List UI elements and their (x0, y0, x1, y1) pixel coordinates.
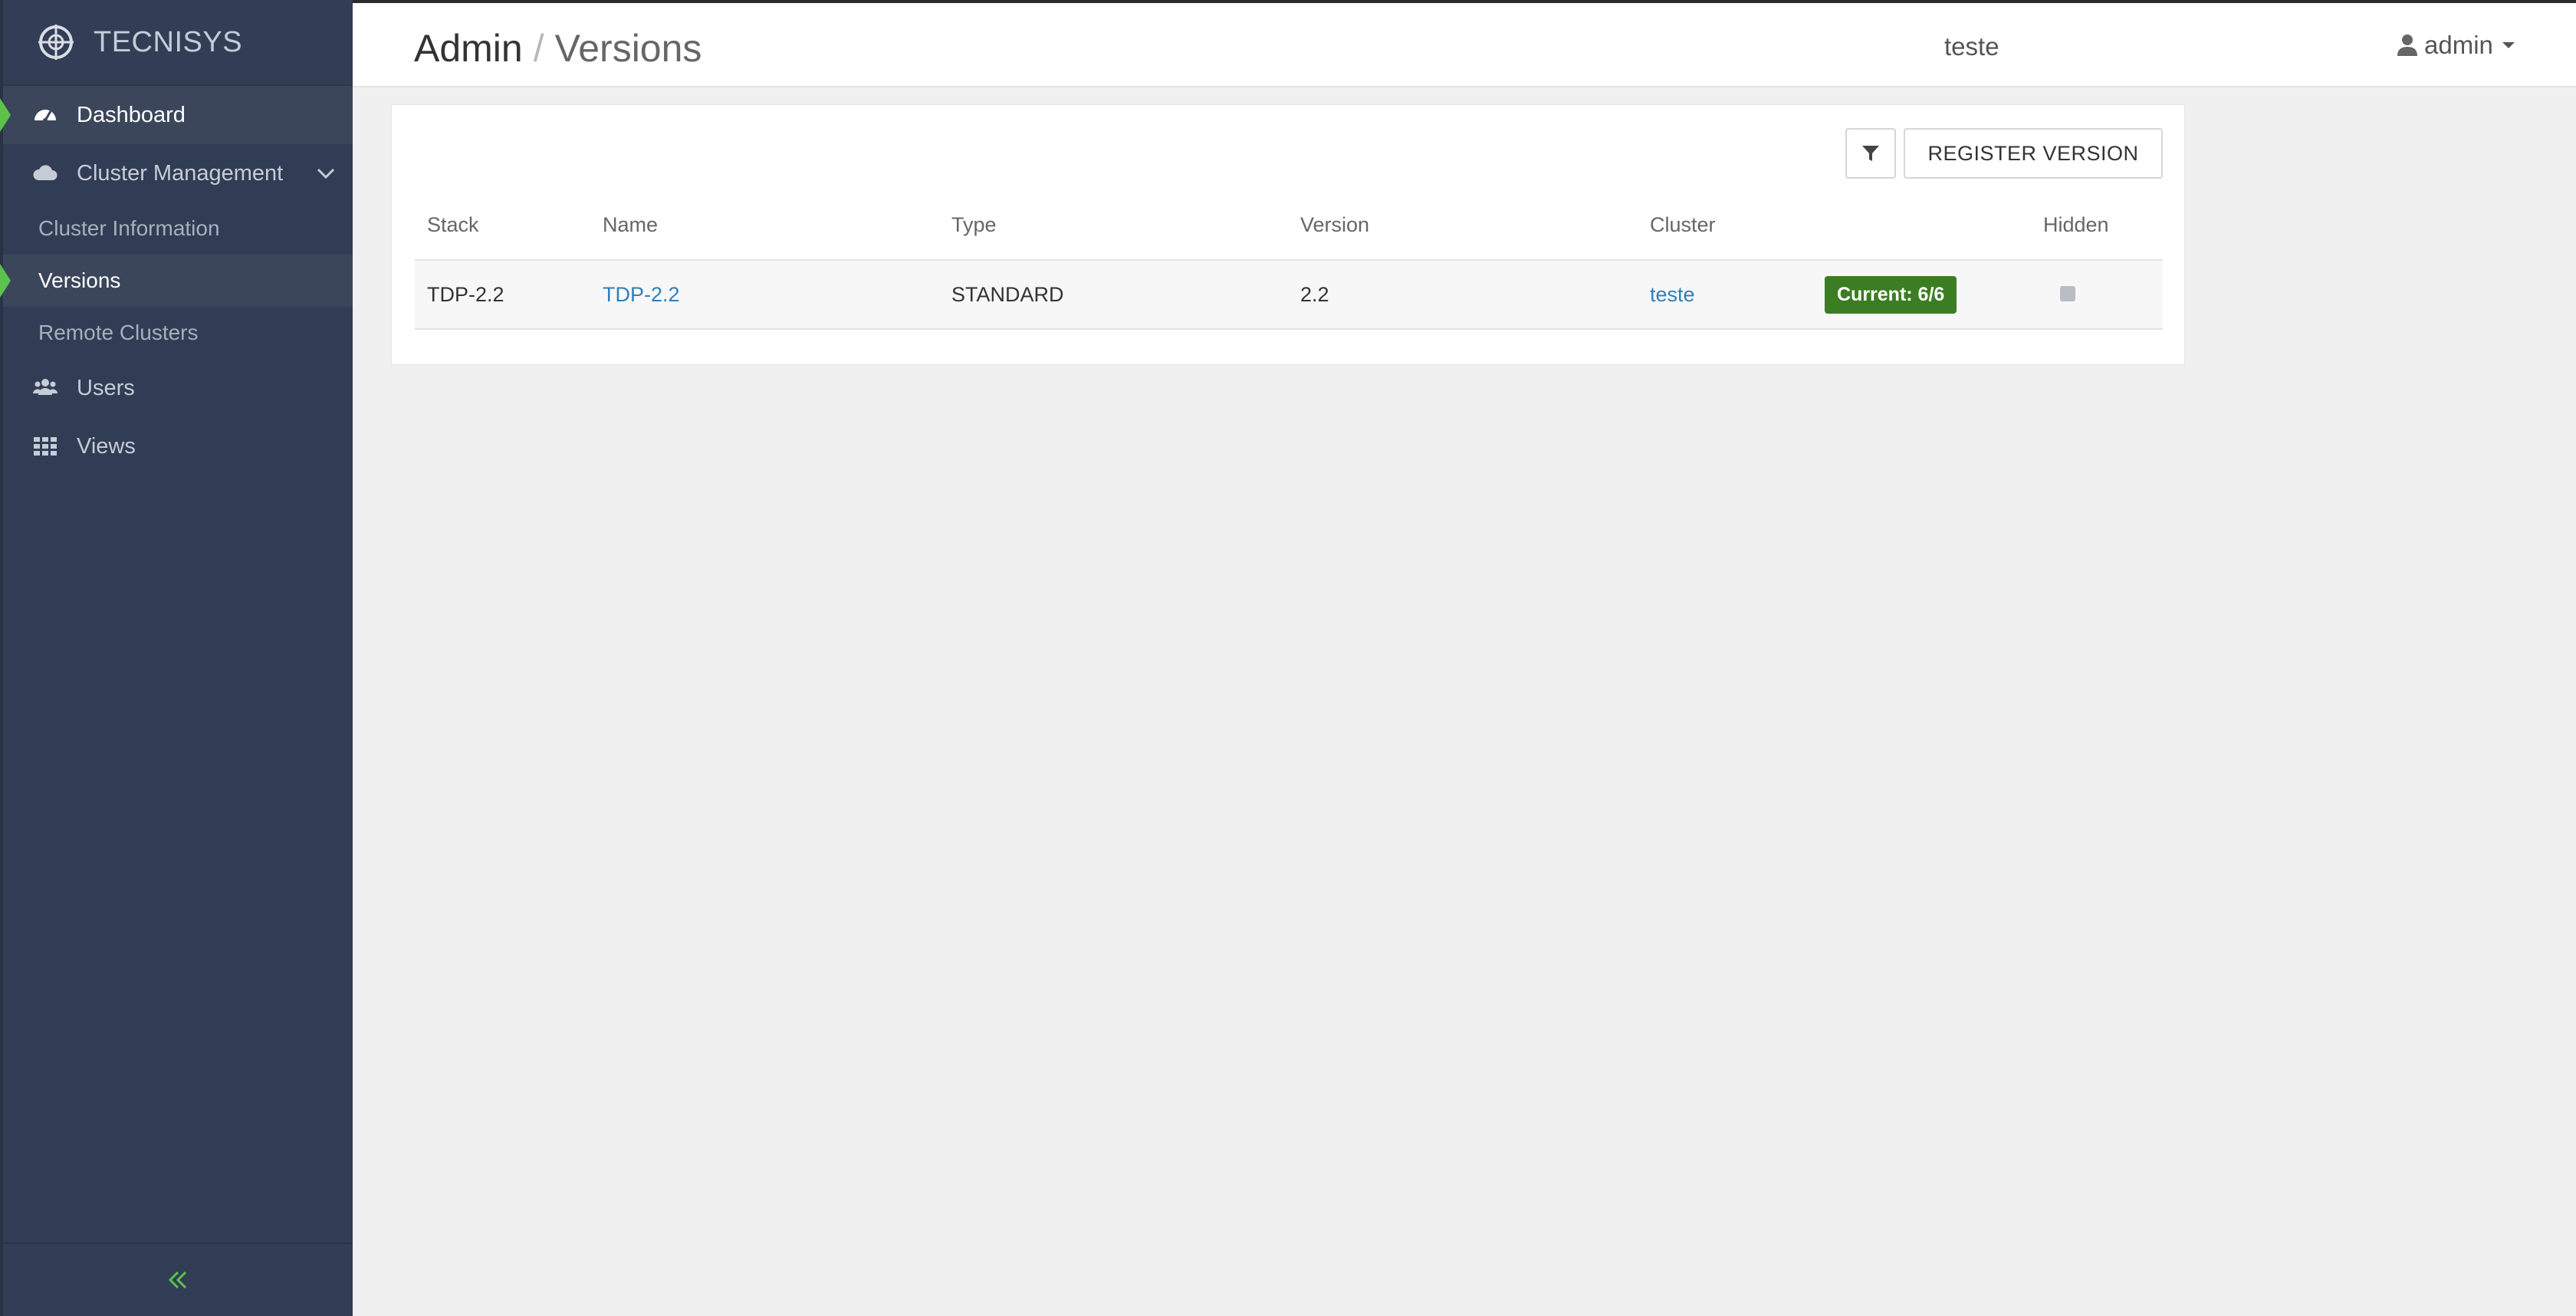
sidebar-item-cluster-management[interactable]: Cluster Management (3, 144, 353, 202)
brand-name: TECNISYS (94, 25, 243, 58)
column-header-name[interactable]: Name (590, 191, 939, 261)
user-icon (2397, 35, 2417, 56)
cell-status: Current: 6/6 (1812, 260, 2031, 330)
cell-type: STANDARD (939, 260, 1288, 330)
chevron-down-icon[interactable] (314, 162, 337, 185)
sidebar-subitem-label: Cluster Information (38, 216, 220, 240)
sidebar-item-label: Cluster Management (77, 160, 284, 186)
status-badge[interactable]: Current: 6/6 (1825, 275, 1957, 314)
table-row: TDP-2.2 TDP-2.2 STANDARD 2.2 teste Curre… (415, 260, 2163, 330)
top-header: Admin / Versions teste admin (353, 0, 2576, 87)
sidebar-item-views[interactable]: Views (3, 417, 353, 475)
column-header-hidden[interactable]: Hidden (2031, 191, 2163, 261)
brand-header[interactable]: TECNISYS (3, 0, 353, 86)
cloud-icon (33, 165, 58, 180)
version-name-link[interactable]: TDP-2.2 (603, 283, 680, 306)
cluster-name-link[interactable]: teste (1650, 283, 1695, 306)
breadcrumb: Admin / Versions (414, 26, 702, 71)
filter-button[interactable] (1845, 128, 1896, 179)
cell-hidden (2031, 260, 2163, 330)
sidebar-item-label: Dashboard (77, 102, 186, 127)
user-menu[interactable]: admin (2397, 31, 2515, 60)
column-header-cluster[interactable]: Cluster (1638, 191, 1812, 261)
sidebar-subitem-versions[interactable]: Versions (3, 255, 353, 307)
sidebar-subitem-label: Versions (38, 268, 121, 292)
hidden-checkbox[interactable] (2060, 285, 2075, 301)
versions-table: Stack Name Type Version Cluster Hidden T… (415, 191, 2163, 330)
register-version-button[interactable]: REGISTER VERSION (1904, 128, 2163, 179)
sidebar-item-dashboard[interactable]: Dashboard (3, 86, 353, 144)
tecnisys-logo-icon (38, 25, 74, 60)
dashboard-icon (34, 110, 56, 123)
sidebar-item-users[interactable]: Users (3, 359, 353, 417)
cluster-link[interactable]: teste (1944, 32, 1999, 61)
user-menu-label: admin (2424, 31, 2493, 59)
cell-stack: TDP-2.2 (415, 260, 590, 330)
sidebar-nav: Dashboard Cluster Management Cluster Inf… (3, 86, 353, 475)
sidebar-subitem-remote-clusters[interactable]: Remote Clusters (3, 307, 353, 359)
caret-down-icon (2502, 42, 2515, 48)
sidebar-subitem-cluster-information[interactable]: Cluster Information (3, 202, 353, 255)
column-header-stack[interactable]: Stack (415, 191, 590, 261)
users-icon (33, 379, 58, 395)
page-title: Versions (554, 27, 702, 70)
sidebar-subitem-label: Remote Clusters (38, 321, 199, 344)
versions-panel: REGISTER VERSION Stack Name Type Version… (391, 104, 2185, 365)
breadcrumb-root[interactable]: Admin (414, 27, 523, 70)
cell-cluster: teste (1638, 260, 1812, 330)
grid-icon (34, 437, 57, 456)
filter-icon (1862, 146, 1879, 161)
double-chevron-left-icon[interactable] (163, 1265, 193, 1295)
sidebar-item-label: Users (77, 375, 135, 400)
sidebar: TECNISYS Dashboard Cluster Management Cl… (0, 0, 353, 1316)
sidebar-item-label: Views (77, 433, 136, 459)
cell-name: TDP-2.2 (590, 260, 939, 330)
column-header-type[interactable]: Type (939, 191, 1288, 261)
sidebar-footer (3, 1242, 353, 1316)
cell-version: 2.2 (1288, 260, 1638, 330)
breadcrumb-separator: / (533, 27, 544, 70)
table-header-row: Stack Name Type Version Cluster Hidden (415, 191, 2163, 261)
column-header-status (1812, 191, 2031, 261)
column-header-version[interactable]: Version (1288, 191, 1638, 261)
